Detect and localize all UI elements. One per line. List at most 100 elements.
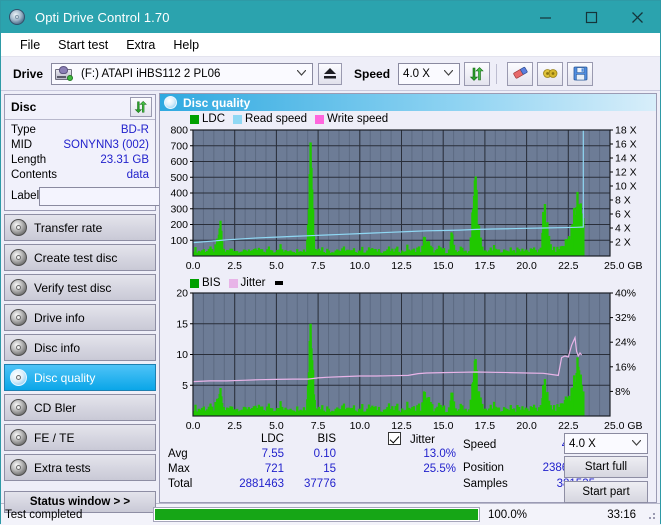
jitter-label: Jitter (410, 434, 435, 446)
minimize-icon[interactable] (522, 1, 568, 33)
result-speed-select[interactable]: 4.0 X (564, 433, 648, 454)
sidebar-item-drive-info[interactable]: Drive info (4, 304, 156, 331)
sidebar-item-verify-test-disc[interactable]: Verify test disc (4, 274, 156, 301)
disc-icon (10, 339, 27, 356)
disc-row-contents: Contents data (11, 168, 149, 183)
svg-text:12 X: 12 X (615, 167, 637, 179)
svg-text:16%: 16% (615, 361, 636, 373)
disc-icon (10, 309, 27, 326)
chart2-legend: BIS Jitter (160, 274, 656, 289)
sidebar-item-disc-info[interactable]: Disc info (4, 334, 156, 361)
stats-ldc-total: 2881463 (239, 478, 284, 490)
stats-jitter-avg: 13.0% (423, 448, 456, 460)
position-stat-label: Position (463, 462, 504, 474)
bis-jitter-chart-svg: 5 10 15 20 8% 16% 24% 32% 40% 0.0 2.5 5.0 7.5 10.0 12.… (176, 288, 642, 433)
maximize-icon[interactable] (568, 1, 614, 33)
stats-row-max-label: Max (168, 463, 190, 475)
sidebar-item-label: Verify test disc (34, 280, 112, 295)
svg-text:300: 300 (170, 203, 188, 215)
svg-text:600: 600 (170, 156, 188, 168)
legend-jitter: Jitter (228, 277, 265, 289)
tools-button[interactable] (537, 61, 564, 86)
sidebar-item-disc-quality[interactable]: Disc quality (4, 364, 156, 391)
legend-bis: BIS (190, 277, 221, 289)
disc-refresh-button[interactable] (130, 97, 152, 117)
speed-select[interactable]: 4.0 X (398, 62, 461, 85)
speed-label: Speed (354, 66, 391, 81)
sidebar-item-label: Drive info (34, 310, 85, 325)
tools-icon (542, 69, 557, 78)
svg-text:100: 100 (170, 235, 188, 247)
drive-select[interactable]: (F:) ATAPI iHBS112 2 PL06 (51, 62, 314, 85)
sidebar-item-fe-te[interactable]: FE / TE (4, 424, 156, 451)
sidebar-item-label: FE / TE (34, 430, 75, 445)
svg-text:5.0: 5.0 (269, 260, 284, 272)
drive-icon (55, 66, 74, 81)
app-window: Opti Drive Control 1.70 File Start test … (0, 0, 661, 525)
disc-row-key: Length (11, 154, 47, 166)
disc-row-value: BD-R (120, 124, 149, 136)
svg-text:15.0: 15.0 (433, 260, 454, 272)
disc-row-type: Type BD-R (11, 123, 149, 138)
start-full-button[interactable]: Start full (564, 456, 648, 478)
svg-text:0.0: 0.0 (186, 420, 201, 432)
status-text: Test completed (5, 508, 83, 521)
svg-text:17.5: 17.5 (475, 420, 496, 432)
disc-quality-header: Disc quality (160, 94, 656, 111)
disc-icon (10, 279, 27, 296)
disc-quality-panel: Disc quality LDC Read speed Write speed (159, 93, 657, 503)
stats-jitter-max: 25.5% (423, 463, 456, 475)
menu-start-test[interactable]: Start test (49, 35, 117, 55)
resize-grip-icon[interactable] (644, 508, 658, 522)
erase-button[interactable] (507, 61, 534, 86)
sidebar-item-label: Disc quality (34, 370, 96, 385)
sidebar-item-label: Extra tests (34, 460, 91, 475)
svg-text:500: 500 (170, 172, 188, 184)
svg-text:8%: 8% (615, 386, 630, 398)
menu-file[interactable]: File (11, 35, 49, 55)
disc-quality-icon (164, 96, 177, 109)
result-speed-value: 4.0 X (569, 437, 596, 450)
drive-select-value: (F:) ATAPI iHBS112 2 PL06 (81, 67, 221, 80)
legend-label: BIS (202, 277, 221, 289)
sidebar-item-label: CD Bler (34, 400, 77, 415)
close-icon[interactable] (614, 1, 660, 33)
sidebar-item-extra-tests[interactable]: Extra tests (4, 454, 156, 481)
sidebar-item-create-test-disc[interactable]: Create test disc (4, 244, 156, 271)
svg-text:20: 20 (176, 289, 188, 300)
svg-text:400: 400 (170, 188, 188, 200)
eject-button[interactable] (318, 62, 343, 85)
svg-text:2.5: 2.5 (227, 420, 242, 432)
stats-row-avg-label: Avg (168, 448, 188, 460)
disc-panel-title: Disc (11, 100, 37, 114)
disc-row-key: MID (11, 139, 33, 151)
svg-text:0.0: 0.0 (186, 260, 201, 272)
sidebar-item-transfer-rate[interactable]: Transfer rate (4, 214, 156, 241)
start-part-button[interactable]: Start part (564, 481, 648, 503)
sidebar-item-label: Transfer rate (34, 220, 103, 235)
svg-text:10.0: 10.0 (350, 260, 371, 272)
disc-row-mid: MID SONYNN3 (002) (11, 138, 149, 153)
svg-text:10: 10 (176, 349, 188, 361)
toolbar: Drive (F:) ATAPI iHBS112 2 PL06 Speed 4.… (1, 57, 660, 91)
jitter-checkbox[interactable] (388, 432, 401, 446)
stats-bis-max: 15 (323, 463, 336, 475)
svg-text:12.5: 12.5 (391, 260, 412, 272)
menu-help[interactable]: Help (164, 35, 208, 55)
refresh-button[interactable] (464, 61, 491, 86)
save-button[interactable] (567, 61, 594, 86)
disc-row-value: SONYNN3 (002) (63, 139, 149, 151)
legend-swatch (190, 114, 199, 124)
disc-icon (10, 429, 27, 446)
svg-text:4 X: 4 X (615, 223, 631, 235)
svg-text:17.5: 17.5 (475, 260, 496, 272)
speed-stat-label: Speed (463, 439, 497, 451)
window-controls (522, 1, 660, 33)
sidebar-item-cd-bler[interactable]: CD Bler (4, 394, 156, 421)
svg-text:7.5: 7.5 (311, 420, 326, 432)
legend-label: Write speed (327, 113, 389, 125)
eject-icon (324, 68, 337, 79)
stats-area: Avg Max Total LDC 7.55 721 2881463 BIS 0… (160, 432, 656, 503)
svg-text:10 X: 10 X (615, 181, 637, 193)
menu-extra[interactable]: Extra (117, 35, 164, 55)
